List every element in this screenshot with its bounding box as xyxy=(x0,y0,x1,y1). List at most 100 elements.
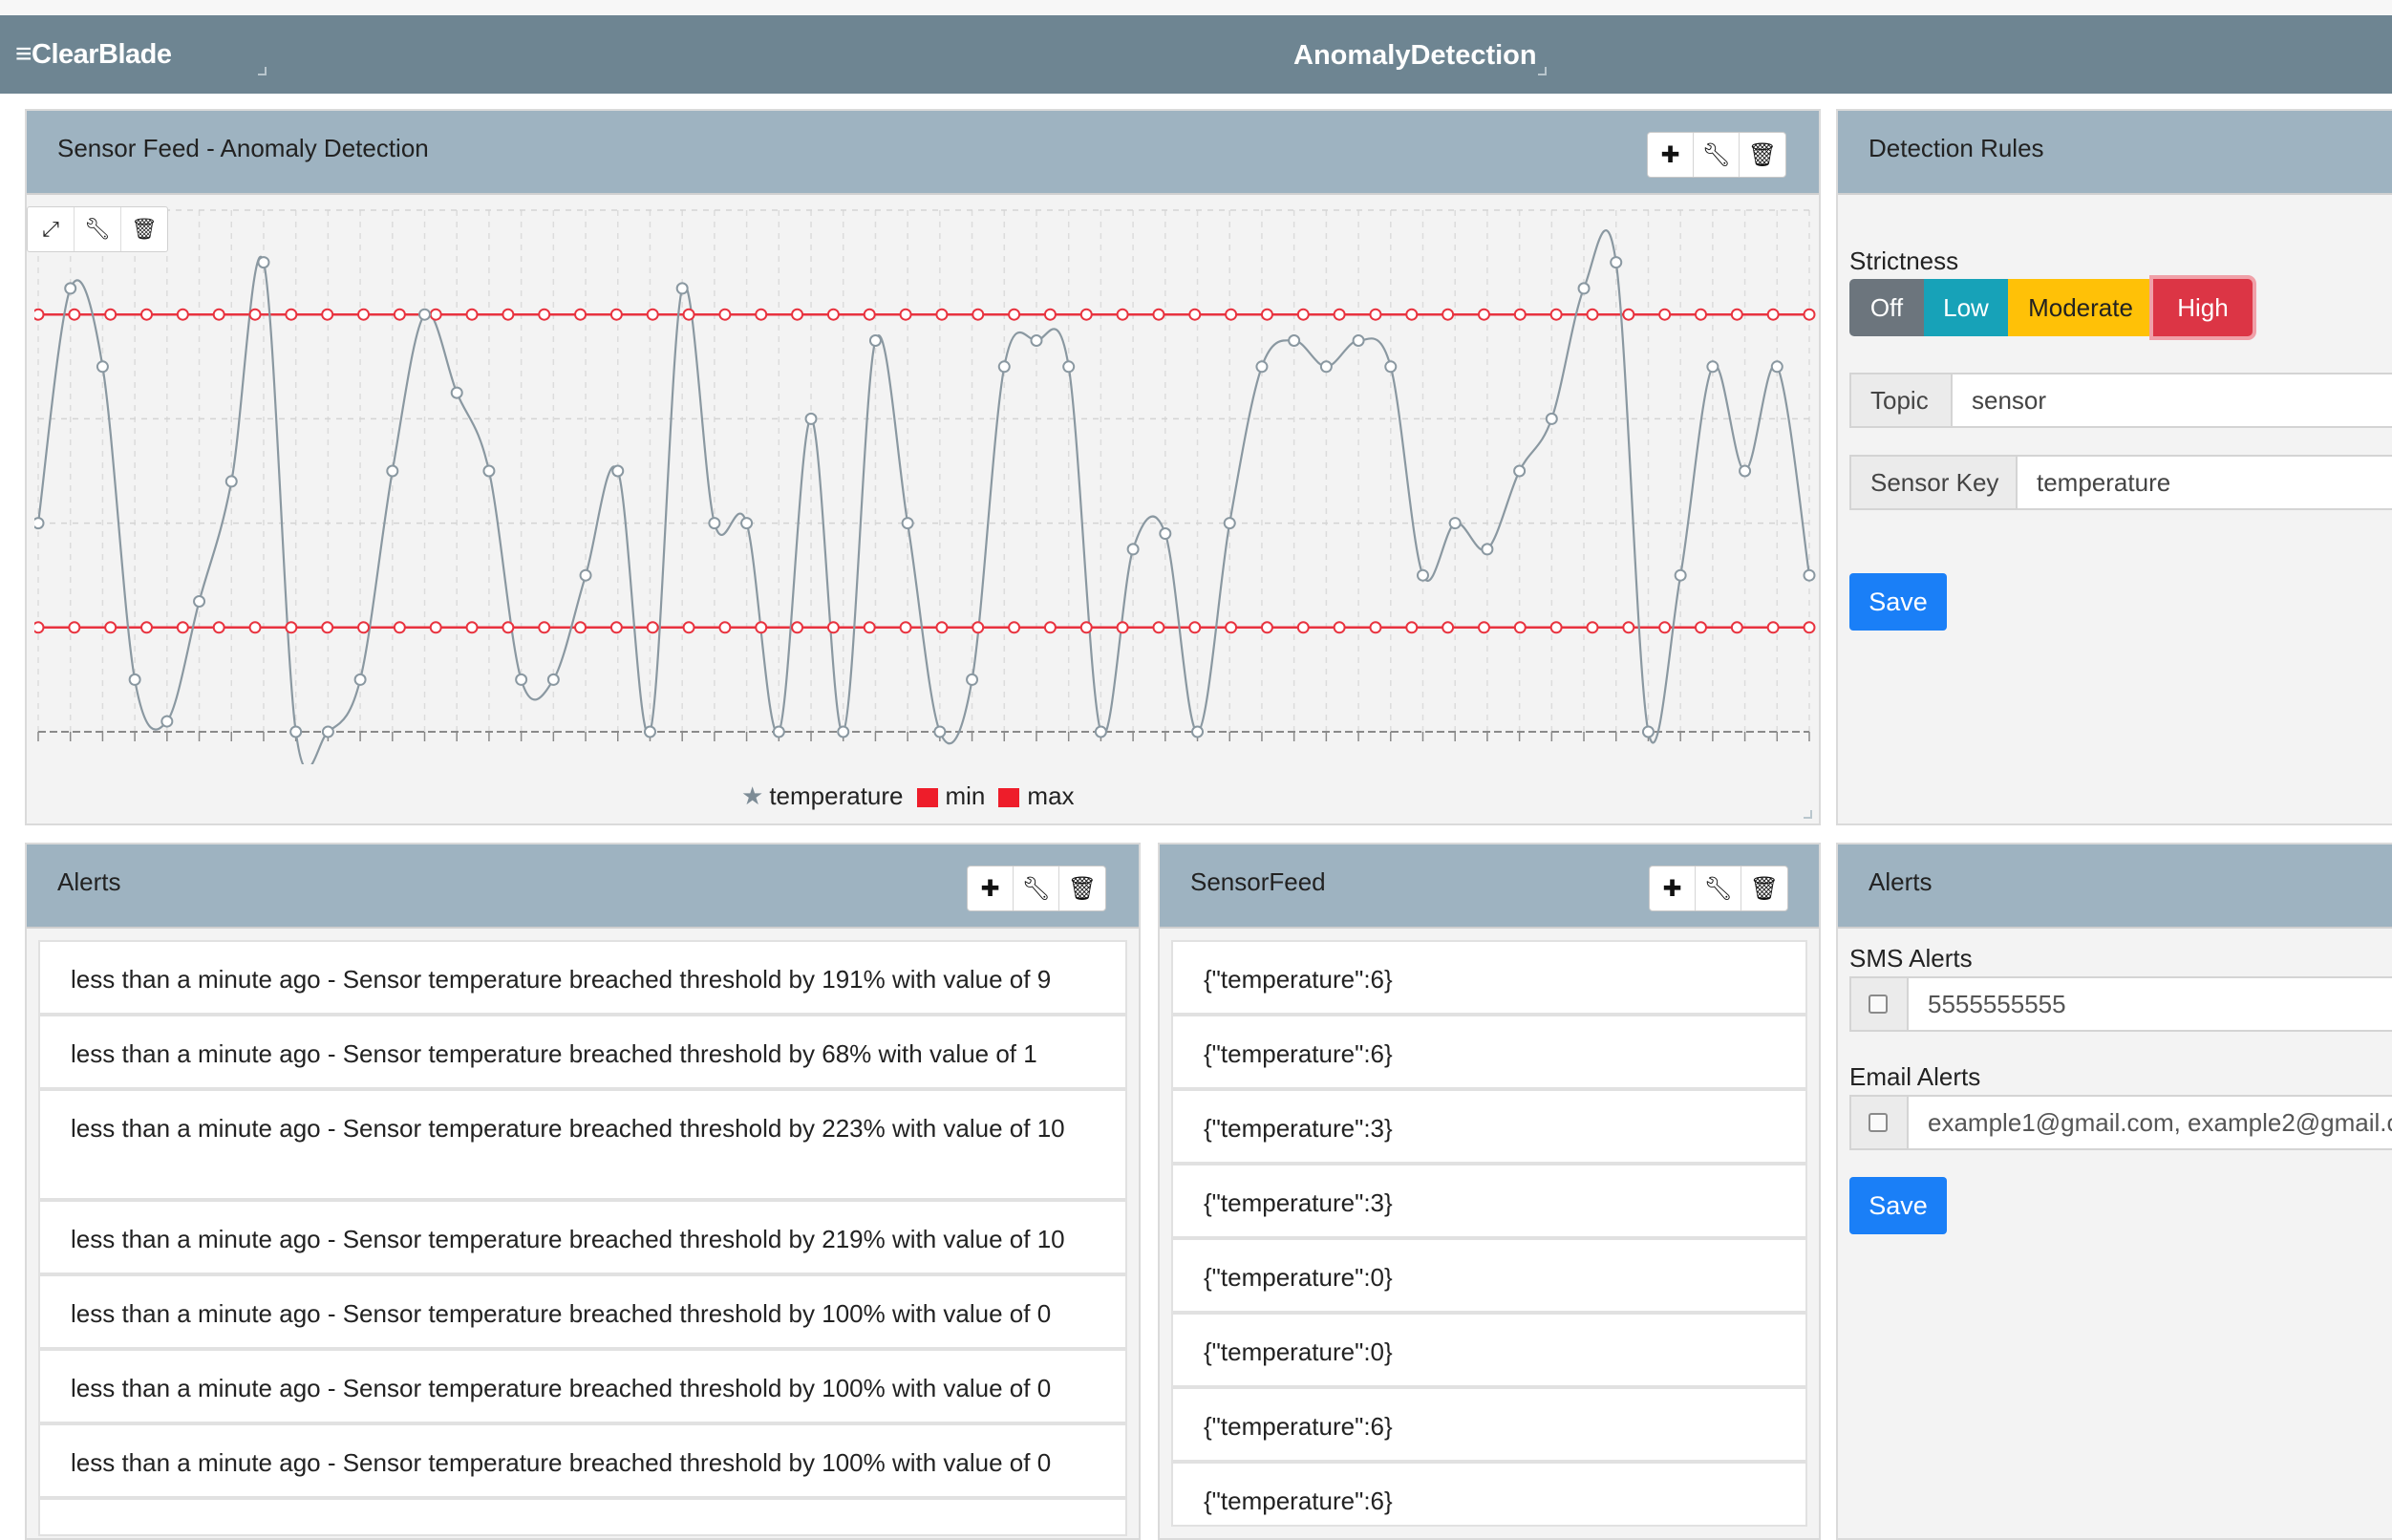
data-point-temperature xyxy=(289,725,303,738)
save-alerts-button[interactable]: Save xyxy=(1849,1177,1947,1234)
feed-item: {"temperature":6} xyxy=(1171,1462,1807,1527)
chart-legend: ★ temperature min max xyxy=(741,781,1075,811)
data-point-min xyxy=(212,621,225,634)
data-point-temperature xyxy=(1416,568,1429,582)
data-point-max xyxy=(1008,308,1021,321)
wrench-icon[interactable]: 🔧︎ xyxy=(1696,866,1741,910)
panel-header: SensorFeed ✚ 🔧︎ 🗑︎ xyxy=(1160,845,1819,929)
resize-handle-icon[interactable] xyxy=(258,67,267,75)
panel-toolbar: ✚ 🔧︎ 🗑︎ xyxy=(967,866,1106,911)
legend-max[interactable]: max xyxy=(998,781,1075,811)
data-point-temperature xyxy=(96,360,109,374)
sms-checkbox-addon xyxy=(1849,976,1909,1032)
data-point-max xyxy=(465,308,479,321)
alert-item: less than a minute ago - Sensor temperat… xyxy=(38,1089,1127,1200)
data-point-max xyxy=(34,308,45,321)
data-point-min xyxy=(935,621,949,634)
trash-icon[interactable]: 🗑︎ xyxy=(1741,866,1787,910)
data-point-min xyxy=(609,621,623,634)
plus-icon[interactable]: ✚ xyxy=(1650,866,1696,910)
data-point-max xyxy=(1730,308,1743,321)
sms-checkbox[interactable] xyxy=(1869,995,1888,1014)
data-point-temperature xyxy=(1545,412,1558,425)
resize-handle-icon[interactable] xyxy=(1804,810,1812,819)
data-point-temperature xyxy=(1513,464,1527,478)
trash-icon[interactable]: 🗑︎ xyxy=(1059,866,1105,910)
data-point-max xyxy=(574,308,587,321)
data-point-min xyxy=(68,621,81,634)
strictness-low-button[interactable]: Low xyxy=(1924,279,2008,336)
data-point-min xyxy=(1333,621,1346,634)
strictness-high-button[interactable]: High xyxy=(2153,279,2253,336)
sensor-key-input[interactable]: temperature xyxy=(2016,455,2392,510)
save-rules-button[interactable]: Save xyxy=(1849,573,1947,631)
sms-number-input[interactable]: 5555555555 xyxy=(1907,976,2392,1032)
feed-item: {"temperature":6} xyxy=(1171,1387,1807,1462)
data-point-temperature xyxy=(1288,334,1301,347)
data-point-min xyxy=(646,621,659,634)
strictness-moderate-button[interactable]: Moderate xyxy=(2008,279,2153,336)
expand-icon[interactable]: ⤢ xyxy=(28,207,75,251)
data-point-max xyxy=(682,308,695,321)
legend-temperature[interactable]: ★ temperature xyxy=(741,781,904,811)
topic-input[interactable]: sensor xyxy=(1951,373,2392,428)
data-point-min xyxy=(34,621,45,634)
data-point-max xyxy=(1513,308,1527,321)
data-point-max xyxy=(1477,308,1490,321)
plus-icon[interactable]: ✚ xyxy=(1648,133,1694,177)
data-point-temperature xyxy=(160,715,174,728)
panel-title: Sensor Feed - Anomaly Detection xyxy=(57,134,429,162)
wrench-icon[interactable]: 🔧︎ xyxy=(1694,133,1740,177)
data-point-temperature xyxy=(450,386,463,399)
data-point-min xyxy=(863,621,876,634)
data-point-temperature xyxy=(997,360,1011,374)
brand[interactable]: ≡ClearBlade xyxy=(15,38,172,71)
data-point-max xyxy=(1622,308,1635,321)
data-point-min xyxy=(972,621,985,634)
legend-min[interactable]: min xyxy=(916,781,985,811)
data-point-temperature xyxy=(1481,543,1494,556)
plus-icon[interactable]: ✚ xyxy=(968,866,1014,910)
data-point-temperature xyxy=(1094,725,1107,738)
resize-handle-icon[interactable] xyxy=(1538,67,1547,75)
data-point-temperature xyxy=(643,725,656,738)
window-top-strip xyxy=(0,0,2392,16)
legend-label: max xyxy=(1027,781,1075,810)
data-point-temperature xyxy=(1706,360,1719,374)
data-point-max xyxy=(140,308,154,321)
feed-item: {"temperature":6} xyxy=(1171,1015,1807,1089)
panel-header: Detection Rules xyxy=(1838,111,2392,195)
panel-toolbar: ✚ 🔧︎ 🗑︎ xyxy=(1647,132,1786,178)
data-point-max xyxy=(1225,308,1238,321)
data-point-temperature xyxy=(772,725,785,738)
data-point-min xyxy=(465,621,479,634)
trash-icon[interactable]: 🗑︎ xyxy=(121,207,167,251)
data-point-temperature xyxy=(804,412,818,425)
email-address-input[interactable]: example1@gmail.com, example2@gmail.com xyxy=(1907,1095,2392,1150)
panel-header: Alerts ✚ 🔧︎ 🗑︎ xyxy=(27,845,1139,929)
data-point-max xyxy=(863,308,876,321)
data-point-min xyxy=(1116,621,1129,634)
data-point-max xyxy=(1405,308,1419,321)
data-point-max xyxy=(1694,308,1707,321)
data-point-temperature xyxy=(901,517,914,530)
data-point-min xyxy=(1477,621,1490,634)
hamburger-icon[interactable]: ≡ xyxy=(15,38,32,70)
sensor-key-addon: Sensor Key xyxy=(1849,455,2018,510)
data-point-min xyxy=(1694,621,1707,634)
data-point-max xyxy=(609,308,623,321)
data-point-temperature xyxy=(546,673,560,686)
data-point-min xyxy=(755,621,768,634)
data-point-min xyxy=(718,621,732,634)
email-checkbox[interactable] xyxy=(1869,1113,1888,1132)
wrench-icon[interactable]: 🔧︎ xyxy=(1014,866,1059,910)
legend-swatch xyxy=(916,788,938,808)
data-point-min xyxy=(574,621,587,634)
data-point-min xyxy=(1225,621,1238,634)
data-point-max xyxy=(285,308,298,321)
data-point-max xyxy=(1260,308,1273,321)
data-point-temperature xyxy=(34,517,45,530)
wrench-icon[interactable]: 🔧︎ xyxy=(75,207,121,251)
trash-icon[interactable]: 🗑︎ xyxy=(1740,133,1785,177)
strictness-off-button[interactable]: Off xyxy=(1849,279,1924,336)
